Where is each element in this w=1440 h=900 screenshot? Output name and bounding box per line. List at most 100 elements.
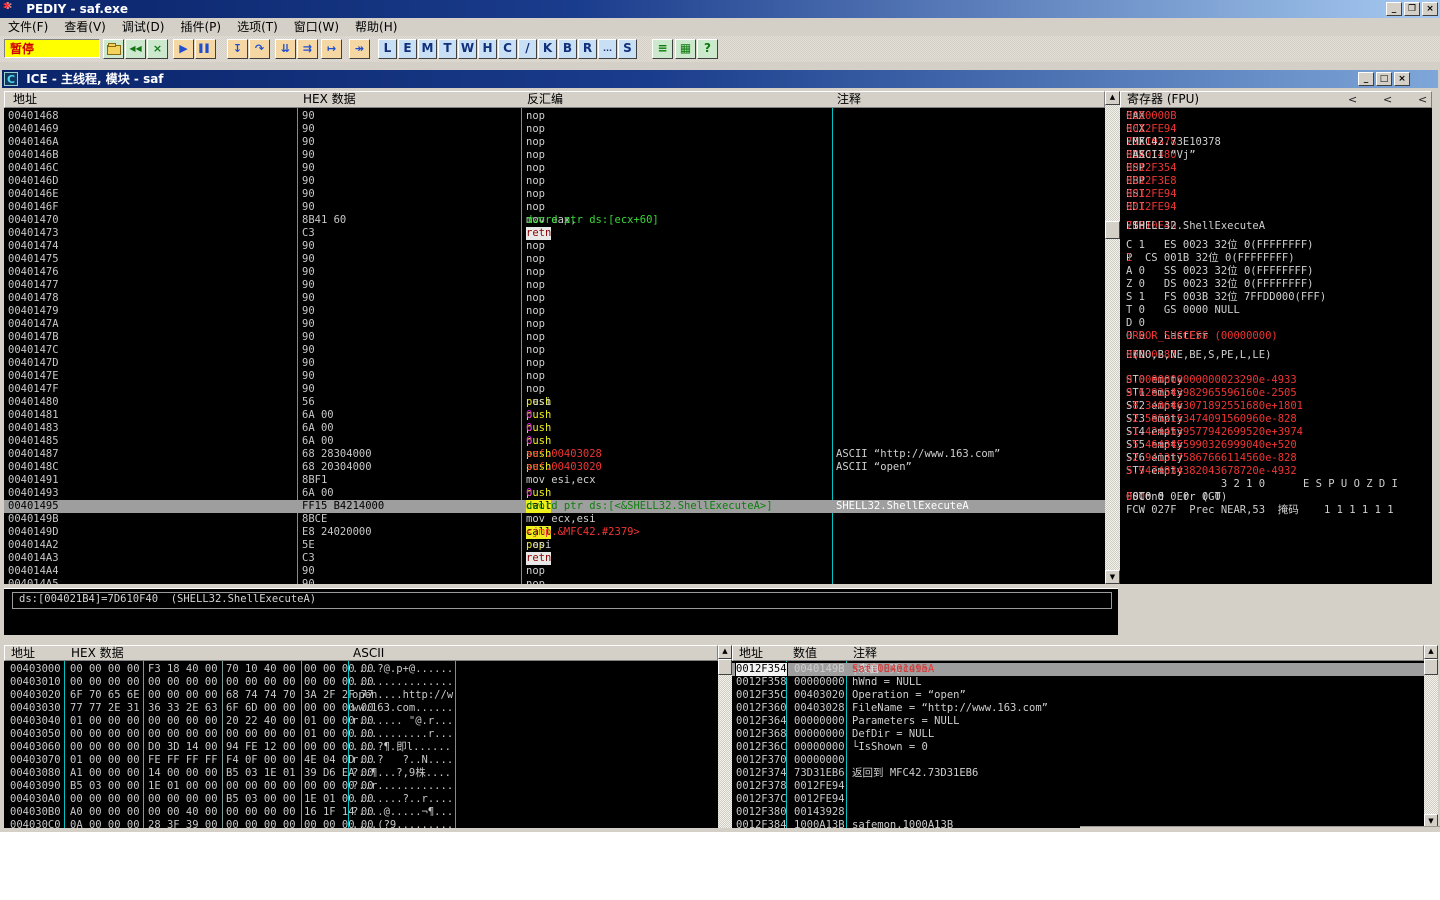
dump-row[interactable]: 00403030 77 77 2E 31 36 33 2E 63 6F 6D 00 0…	[4, 702, 718, 715]
letter-button-E[interactable]: E	[398, 39, 417, 59]
disasm-row[interactable]: 0040147F 90 nop	[4, 383, 1105, 396]
disasm-row[interactable]: 00401477 90 nop	[4, 279, 1105, 292]
register-line[interactable]: ST2 empty -8.3406463071892551680e+1801	[1120, 400, 1432, 413]
register-line[interactable]: C 1 ES 0023 32位 0(FFFFFFFF)	[1120, 239, 1432, 252]
dump-scrollbar[interactable]: ▲	[718, 645, 732, 828]
register-line[interactable]: A 0 SS 0023 32位 0(FFFFFFFF)	[1120, 265, 1432, 278]
scroll-down-icon[interactable]: ▼	[1105, 570, 1120, 584]
stack-row[interactable]: 0012F380 00143928	[732, 806, 1424, 819]
stack-scroll-thumb[interactable]	[1424, 659, 1438, 675]
register-line[interactable]: ST0 empty 0.0000000000000023290e-4933	[1120, 374, 1432, 387]
menu-item[interactable]: 查看(V)	[56, 18, 114, 36]
hex-dump-pane[interactable]: 00403000 00 00 00 00 F3 18 40 00 70 10 40 0…	[4, 661, 718, 828]
dump-row[interactable]: 00403040 01 00 00 00 00 00 00 00 20 22 40 0…	[4, 715, 718, 728]
register-line[interactable]: ST5 empty -5.4643455990326999040e+520	[1120, 439, 1432, 452]
letter-button-T[interactable]: T	[438, 39, 457, 59]
reg-pane-arrow[interactable]: <	[1348, 92, 1357, 107]
disasm-row[interactable]: 00401473 C3 retn	[4, 227, 1105, 240]
register-line[interactable]: P 1 CS 001B 32位 0(FFFFFFFF)	[1120, 252, 1432, 265]
dump-row[interactable]: 004030A0 00 00 00 00 00 00 00 00 B5 03 00 0…	[4, 793, 718, 806]
stack-row[interactable]: 0012F364 00000000 Parameters = NULL	[732, 715, 1424, 728]
scroll-up-icon[interactable]: ▲	[1424, 645, 1438, 659]
stack-row[interactable]: 0012F370 00000000	[732, 754, 1424, 767]
disasm-row[interactable]: 00401468 90 nop	[4, 110, 1105, 123]
disasm-row[interactable]: 00401480 56 push esi	[4, 396, 1105, 409]
disasm-row[interactable]: 0040146B 90 nop	[4, 149, 1105, 162]
reg-pane-arrow[interactable]: <	[1418, 92, 1427, 107]
stack-row[interactable]: 0012F360 00403028 FileName = “http://www.1…	[732, 702, 1424, 715]
letter-button-...[interactable]: ...	[598, 39, 617, 59]
step-into-icon[interactable]: ↧	[227, 39, 248, 59]
register-line[interactable]: EDI 0012FE94	[1120, 201, 1432, 214]
register-line[interactable]: EAX 0000000B	[1120, 110, 1432, 123]
minimize-button[interactable]: _	[1386, 2, 1402, 16]
animate-over-icon[interactable]: ⇉	[297, 39, 318, 59]
help-icon[interactable]: ?	[697, 39, 718, 59]
disasm-row[interactable]: 0040146D 90 nop	[4, 175, 1105, 188]
stack-row[interactable]: 0012F374 73D31EB6 返回到 MFC42.73D31EB6	[732, 767, 1424, 780]
dump-row[interactable]: 00403000 00 00 00 00 F3 18 40 00 70 10 40 0…	[4, 663, 718, 676]
menu-item[interactable]: 帮助(H)	[347, 18, 405, 36]
disasm-row[interactable]: 004014A3 C3 retn	[4, 552, 1105, 565]
register-line[interactable]: ESP 0012F354	[1120, 162, 1432, 175]
stack-pane[interactable]: 0012F354 0040149B ┌CALL 到 ShellExecuteA 来自…	[732, 661, 1424, 828]
disasm-row[interactable]: 00401485 6A 00 push 0	[4, 435, 1105, 448]
restart-icon[interactable]: ◀◀	[125, 39, 146, 59]
disasm-row[interactable]: 0040146C 90 nop	[4, 162, 1105, 175]
register-line[interactable]: ST6 empty -2.9413175867666114560e-828	[1120, 452, 1432, 465]
letter-button-M[interactable]: M	[418, 39, 437, 59]
letter-button-K[interactable]: K	[538, 39, 557, 59]
dump-row[interactable]: 00403060 00 00 00 00 D0 3D 14 00 94 FE 12 0…	[4, 741, 718, 754]
disasm-row[interactable]: 00401483 6A 00 push 0	[4, 422, 1105, 435]
register-line[interactable]: ESI 0012FE94	[1120, 188, 1432, 201]
stack-row[interactable]: 0012F354 0040149B ┌CALL 到 ShellExecuteA 来自…	[732, 662, 1424, 677]
letter-button-C[interactable]: C	[498, 39, 517, 59]
disasm-scroll-thumb[interactable]	[1105, 221, 1120, 239]
scroll-up-icon[interactable]: ▲	[1105, 91, 1120, 105]
reg-pane-arrow[interactable]: <	[1383, 92, 1392, 107]
register-line[interactable]: T 0 GS 0000 NULL	[1120, 304, 1432, 317]
dump-row[interactable]: 00403010 00 00 00 00 00 00 00 00 00 00 00 0…	[4, 676, 718, 689]
letter-button-R[interactable]: R	[578, 39, 597, 59]
dump-row[interactable]: 00403050 00 00 00 00 00 00 00 00 00 00 00 0…	[4, 728, 718, 741]
run-icon[interactable]: ▶	[173, 39, 194, 59]
disasm-row[interactable]: 00401491 8BF1 mov esi,ecx	[4, 474, 1105, 487]
register-line[interactable]: 3 2 1 0 E S P U O Z D I	[1120, 478, 1432, 491]
windows-icon[interactable]: ▦	[675, 39, 696, 59]
stack-row[interactable]: 0012F35C 00403020 Operation = “open”	[732, 689, 1424, 702]
register-line[interactable]: FCW 027F Prec NEAR,53 掩码 1 1 1 1 1 1	[1120, 504, 1432, 517]
letter-button-B[interactable]: B	[558, 39, 577, 59]
disasm-scrollbar[interactable]: ▲ ▼	[1105, 91, 1120, 584]
register-line[interactable]: ECX 0012FE94	[1120, 123, 1432, 136]
execute-till-return-icon[interactable]: ↦	[321, 39, 342, 59]
cpu-close-button[interactable]: ×	[1394, 72, 1410, 86]
stack-row[interactable]: 0012F378 0012FE94	[732, 780, 1424, 793]
register-line[interactable]: ST1 empty 9.6282543982965596160e-2505	[1120, 387, 1432, 400]
dump-row[interactable]: 00403070 01 00 00 00 FE FF FF FF F4 0F 00 0…	[4, 754, 718, 767]
dump-row[interactable]: 004030B0 A0 00 00 00 00 00 40 00 00 00 00 0…	[4, 806, 718, 819]
disasm-row[interactable]: 0040149D E8 24020000 call <jmp.&MFC42.#237…	[4, 526, 1105, 539]
disasm-row[interactable]: 0040148C 68 20304000 push saf.00403020 ASCI…	[4, 461, 1105, 474]
dump-scroll-thumb[interactable]	[718, 659, 732, 675]
disasm-row[interactable]: 004014A4 90 nop	[4, 565, 1105, 578]
menu-item[interactable]: 选项(T)	[229, 18, 286, 36]
register-line[interactable]: EBX 00401480 ASCII “Vj”	[1120, 149, 1432, 162]
disasm-row[interactable]: 00401478 90 nop	[4, 292, 1105, 305]
dump-row[interactable]: 00403090 B5 03 00 00 1E 01 00 00 00 00 00 0…	[4, 780, 718, 793]
disasm-row[interactable]: 00401475 90 nop	[4, 253, 1105, 266]
stack-row[interactable]: 0012F37C 0012FE94	[732, 793, 1424, 806]
letter-button-L[interactable]: L	[378, 39, 397, 59]
disasm-row[interactable]: 0040147D 90 nop	[4, 357, 1105, 370]
register-line[interactable]: EIP 7D610F40 SHELL32.ShellExecuteA	[1120, 220, 1432, 233]
stack-row[interactable]: 0012F358 00000000 hWnd = NULL	[732, 676, 1424, 689]
restore-button[interactable]: ❐	[1404, 2, 1420, 16]
letter-button-S[interactable]: S	[618, 39, 637, 59]
register-line[interactable]: EBP 0012F3E8	[1120, 175, 1432, 188]
register-line[interactable]: FST 0000 Cond 0 0 0 0 Err 0 0 0 0 0 0 0 …	[1120, 491, 1432, 504]
cpu-maximize-button[interactable]: □	[1376, 72, 1392, 86]
close-button[interactable]: ×	[1422, 2, 1438, 16]
disasm-row[interactable]: 0040147B 90 nop	[4, 331, 1105, 344]
disasm-row[interactable]: 0040146E 90 nop	[4, 188, 1105, 201]
disasm-row[interactable]: 004014A5 90 nop	[4, 578, 1105, 584]
disasm-row[interactable]: 00401487 68 28304000 push saf.00403028 ASCI…	[4, 448, 1105, 461]
